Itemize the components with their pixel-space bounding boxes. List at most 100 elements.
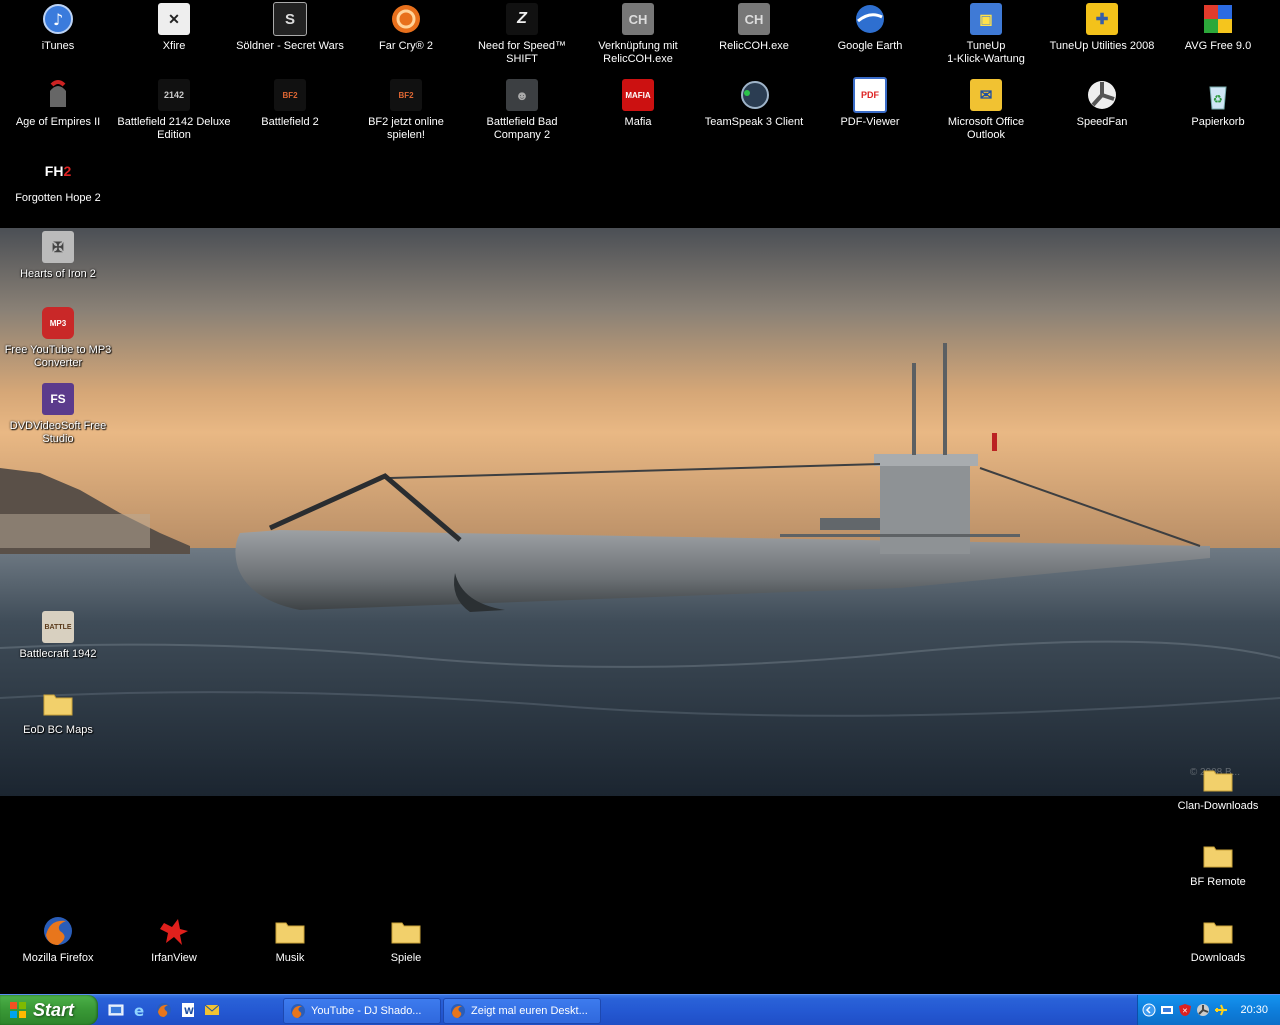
desktop-icon-tuneup-utilities[interactable]: ✚ TuneUp Utilities 2008 <box>1044 2 1160 53</box>
avg-icon <box>1201 2 1235 36</box>
desktop-icon-downloads[interactable]: Downloads <box>1160 914 1276 965</box>
desktop-icon-itunes[interactable]: ♪ iTunes <box>0 2 116 53</box>
desktop-icon-label: BF Remote <box>1190 876 1246 888</box>
start-label: Start <box>33 999 75 1020</box>
folder-icon <box>273 914 307 948</box>
firefox-icon <box>41 914 75 948</box>
internet-explorer-icon[interactable]: e <box>130 1000 150 1020</box>
desktop-icon-bf-remote[interactable]: BF Remote <box>1160 838 1276 889</box>
aoe2-icon <box>41 78 75 112</box>
security-icon[interactable]: ✕ <box>1178 1003 1192 1017</box>
desktop-icon-google-earth[interactable]: Google Earth <box>812 2 928 53</box>
tuneup-1click-icon: ▣ <box>969 2 1003 36</box>
desktop-icon-spiele[interactable]: Spiele <box>348 914 464 965</box>
start-button[interactable]: Start <box>0 995 98 1025</box>
desktop-icon-label: iTunes <box>41 40 75 52</box>
desktop-icon-fh2[interactable]: FH 2 Forgotten Hope 2 <box>0 154 116 205</box>
outlook-icon: ✉ <box>969 78 1003 112</box>
taskbar: Start e W YouTube - DJ Shado... Zeigt ma… <box>0 994 1280 1025</box>
desktop-icon-farcry2[interactable]: Far Cry® 2 <box>348 2 464 53</box>
desktop-icon-label: DVDVideoSoft Free Studio <box>9 420 107 445</box>
desktop-icon-label: TuneUp 1-Klick-Wartung <box>947 40 1025 65</box>
tuneup-utilities-icon: ✚ <box>1085 2 1119 36</box>
desktop-icon-tuneup-1click[interactable]: ▣ TuneUp 1-Klick-Wartung <box>928 2 1044 66</box>
desktop-icon-coh[interactable]: CH RelicCOH.exe <box>696 2 812 53</box>
mafia-icon: MAFIA <box>621 78 655 112</box>
desktop-icon-battlecraft[interactable]: BATTLE Battlecraft 1942 <box>0 610 116 661</box>
desktop-icon-label: Battlefield 2 <box>261 116 319 128</box>
expand-tray-icon[interactable] <box>1142 1003 1156 1017</box>
taskbar-button-label: Zeigt mal euren Deskt... <box>471 1005 588 1017</box>
desktop-icon-yt-mp3[interactable]: MP3 Free YouTube to MP3 Converter <box>0 306 116 370</box>
coh-shortcut-icon: CH <box>621 2 655 36</box>
taskbar-button-forum[interactable]: Zeigt mal euren Deskt... <box>443 998 601 1024</box>
desktop-icon-firefox[interactable]: Mozilla Firefox <box>0 914 116 965</box>
desktop-icon-xfire[interactable]: ✕ Xfire <box>116 2 232 53</box>
desktop-icon-label: Far Cry® 2 <box>379 40 433 52</box>
firefox-icon <box>291 1004 305 1018</box>
desktop-icon-dvdvideosoft[interactable]: FS DVDVideoSoft Free Studio <box>0 382 116 446</box>
desktop-icon-aoe2[interactable]: Age of Empires II <box>0 78 116 129</box>
desktop-icon-pdf[interactable]: PDF PDF-Viewer <box>812 77 928 129</box>
desktop-icon-label: Clan-Downloads <box>1177 800 1259 812</box>
desktop-icon-label: PDF-Viewer <box>840 116 900 128</box>
battlecraft-icon: BATTLE <box>41 610 75 644</box>
folder-icon <box>41 686 75 720</box>
word-icon[interactable]: W <box>178 1000 198 1020</box>
bf2-online-icon: BF2 <box>389 78 423 112</box>
outlook-icon[interactable] <box>202 1000 222 1020</box>
google-earth-icon <box>853 2 887 36</box>
speedfan-tray-icon[interactable] <box>1196 1003 1210 1017</box>
folder-icon <box>1201 914 1235 948</box>
desktop-icon-outlook[interactable]: ✉ Microsoft Office Outlook <box>928 78 1044 142</box>
desktop-icon-bf2142[interactable]: 2142 Battlefield 2142 Deluxe Edition <box>116 78 232 142</box>
desktop-icon-label: Microsoft Office Outlook <box>947 116 1025 141</box>
bf2142-icon: 2142 <box>157 78 191 112</box>
desktop-icon-teamspeak[interactable]: TeamSpeak 3 Client <box>696 78 812 129</box>
desktop-icon-label: AVG Free 9.0 <box>1184 40 1252 52</box>
desktop-icon-label: Mafia <box>624 116 652 128</box>
desktop-icon-nfs-shift[interactable]: Z Need for Speed™ SHIFT <box>464 2 580 66</box>
desktop-icon-mafia[interactable]: MAFIA Mafia <box>580 78 696 129</box>
desktop-icon-label: Google Earth <box>837 40 903 52</box>
desktop-icon-bfbc2[interactable]: ☻ Battlefield Bad Company 2 <box>464 78 580 142</box>
desktop-icon-soldner[interactable]: S Söldner - Secret Wars <box>232 2 348 53</box>
xfire-icon: ✕ <box>157 2 191 36</box>
desktop-icon-label: TuneUp Utilities 2008 <box>1049 40 1155 52</box>
show-desktop-icon[interactable] <box>106 1000 126 1020</box>
system-tray: ✕ 20:30 <box>1137 995 1280 1025</box>
network-icon[interactable] <box>1160 1003 1174 1017</box>
desktop-icon-label: Free YouTube to MP3 Converter <box>4 344 112 369</box>
teamspeak-icon <box>737 78 771 112</box>
desktop-icon-label: BF2 jetzt online spielen! <box>368 116 444 141</box>
folder-icon <box>1201 762 1235 796</box>
desktop-icon-speedfan[interactable]: SpeedFan <box>1044 78 1160 129</box>
svg-text:W: W <box>184 1007 194 1017</box>
firefox-icon[interactable] <box>154 1000 174 1020</box>
desktop-icon-bf2[interactable]: BF2 Battlefield 2 <box>232 78 348 129</box>
airplane-icon[interactable] <box>1214 1003 1228 1017</box>
taskbar-button-youtube[interactable]: YouTube - DJ Shado... <box>283 998 441 1024</box>
desktop-icon-label: SpeedFan <box>1076 116 1128 128</box>
desktop-icon-bf2-online[interactable]: BF2 BF2 jetzt online spielen! <box>348 78 464 142</box>
desktop-icon-hoi2[interactable]: ✠ Hearts of Iron 2 <box>0 230 116 281</box>
desktop-icon-label: Battlecraft 1942 <box>19 648 97 660</box>
quick-launch-bar: e W <box>106 1000 222 1020</box>
desktop-icon-label: Battlefield 2142 Deluxe Edition <box>117 116 231 141</box>
pdf-icon: PDF <box>853 77 887 113</box>
bf2-icon: BF2 <box>273 78 307 112</box>
speedfan-icon <box>1085 78 1119 112</box>
desktop-icon-recycle-bin[interactable]: ♻ Papierkorb <box>1160 78 1276 129</box>
desktop-icon-eod-bc-maps[interactable]: EoD BC Maps <box>0 686 116 737</box>
firefox-icon <box>451 1004 465 1018</box>
svg-text:♪: ♪ <box>53 10 63 29</box>
desktop[interactable]: © 2008 B... ♪ iTunes ✕ Xfire S Söldner -… <box>0 0 1280 994</box>
desktop-icon-musik[interactable]: Musik <box>232 914 348 965</box>
desktop-icon-irfanview[interactable]: IrfanView <box>116 914 232 965</box>
desktop-icon-avg[interactable]: AVG Free 9.0 <box>1160 2 1276 53</box>
desktop-icon-label: Verknüpfung mit RelicCOH.exe <box>598 40 678 65</box>
desktop-icon-coh-shortcut[interactable]: CH Verknüpfung mit RelicCOH.exe <box>580 2 696 66</box>
desktop-icon-clan-downloads[interactable]: Clan-Downloads <box>1160 762 1276 813</box>
svg-text:♻: ♻ <box>1213 93 1223 106</box>
clock[interactable]: 20:30 <box>1240 1004 1268 1016</box>
